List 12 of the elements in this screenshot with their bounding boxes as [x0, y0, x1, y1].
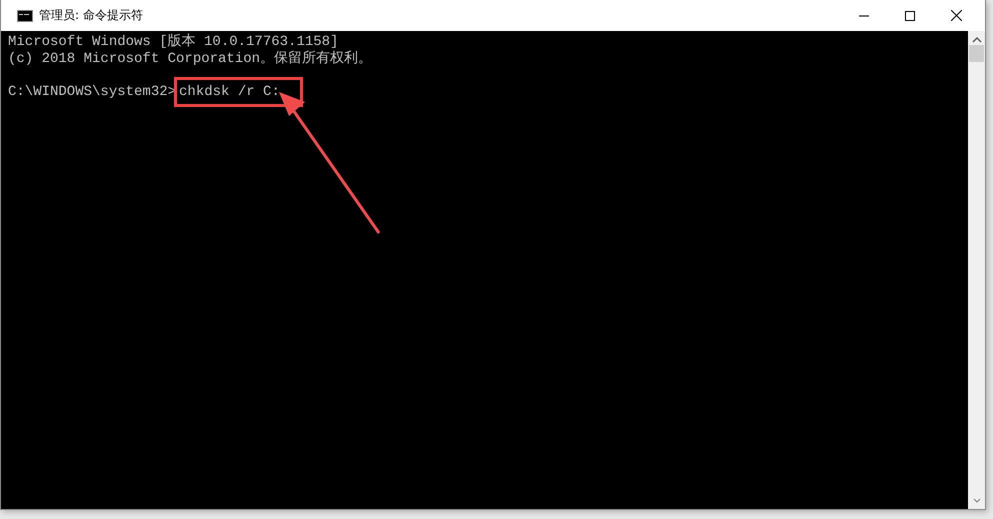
console-app-icon: [17, 10, 33, 22]
scroll-up-icon[interactable]: [972, 37, 982, 43]
close-icon: [950, 10, 962, 21]
highlighted-command: chkdsk /r C:: [174, 76, 303, 107]
console-line: (c) 2018 Microsoft Corporation。保留所有权利。: [8, 50, 374, 67]
console-line: Microsoft Windows [版本 10.0.17763.1158]: [8, 34, 340, 50]
maximize-icon: [905, 10, 915, 20]
scrollbar-thumb[interactable]: [969, 45, 984, 62]
scroll-down-icon[interactable]: [972, 498, 980, 503]
prompt-text: C:\WINDOWS\system32>: [8, 84, 176, 100]
scrollbar[interactable]: [968, 31, 985, 509]
window-title: 管理员: 命令提示符: [39, 7, 144, 24]
